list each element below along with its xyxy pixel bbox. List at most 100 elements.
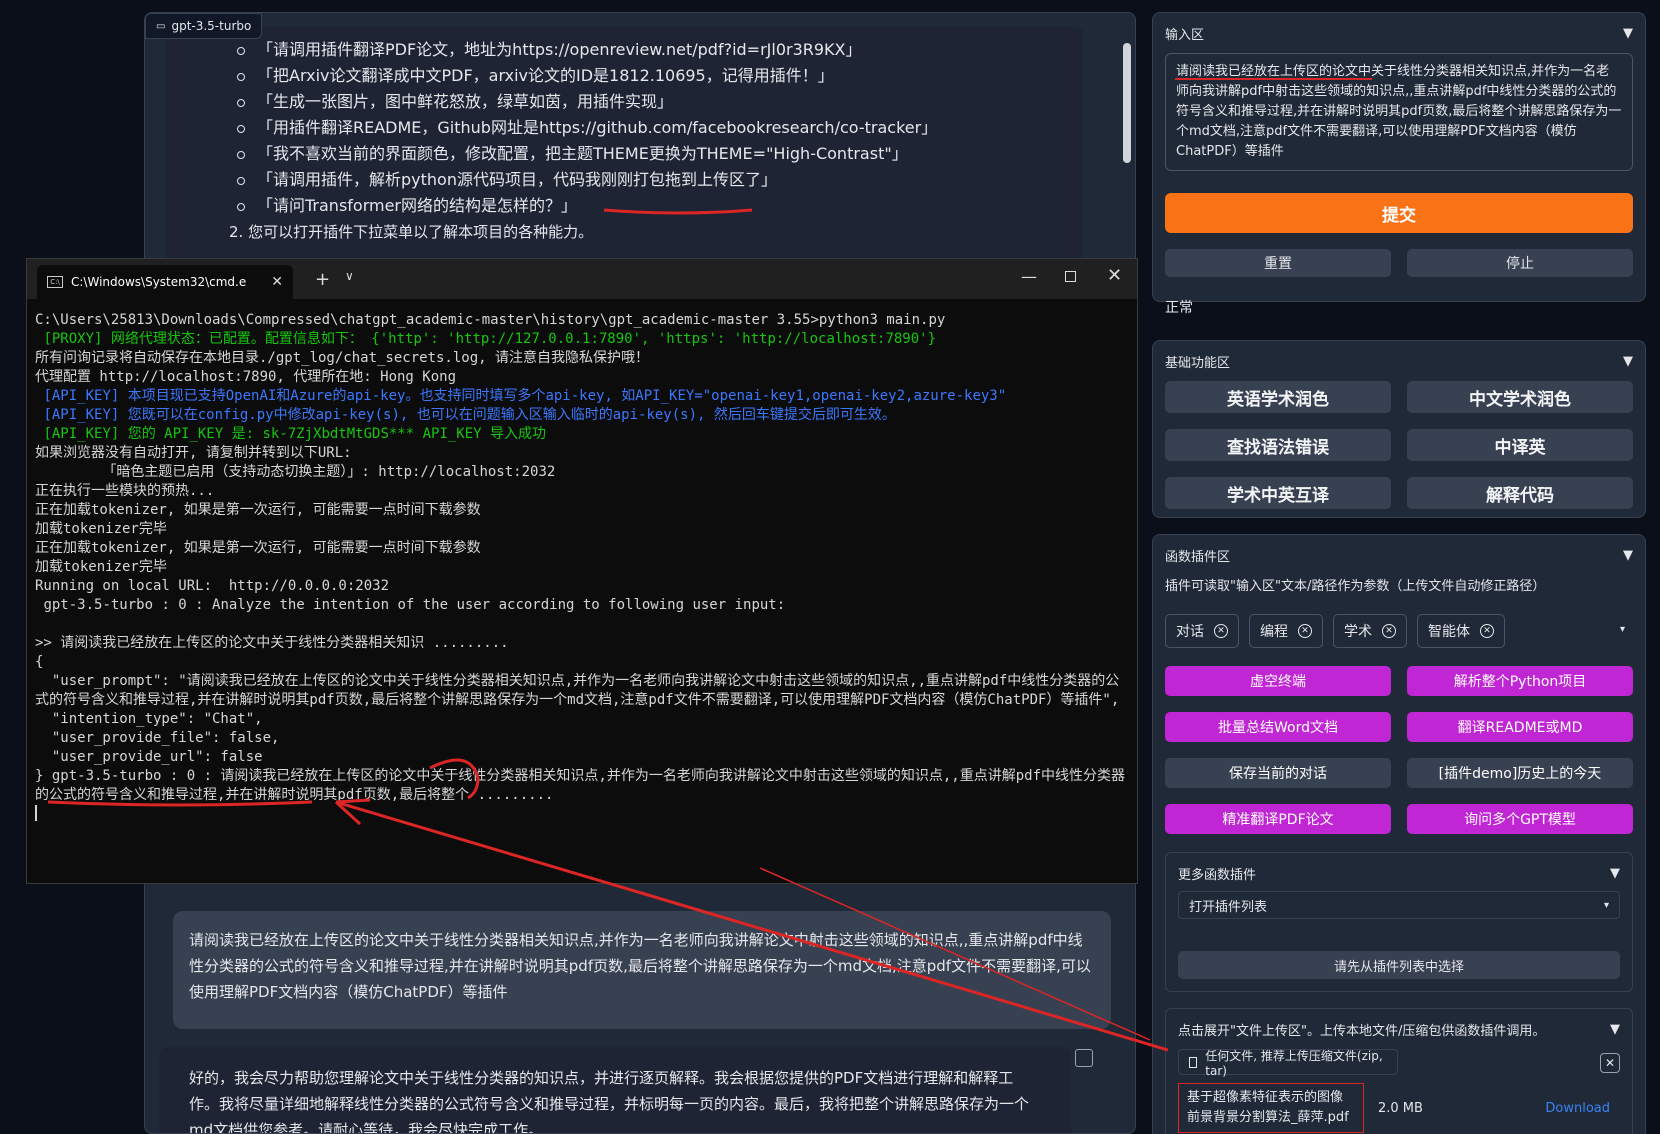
terminal-line: "user_provide_url": false xyxy=(35,749,263,765)
copy-icon[interactable] xyxy=(1075,1049,1093,1067)
control-buttons: 重置 停止 xyxy=(1165,249,1633,277)
upload-hint: 任何文件, 推荐上传压缩文件(zip, tar) xyxy=(1205,1048,1383,1078)
example-item: 「请调用插件翻译PDF论文，地址为https://openreview.net/… xyxy=(237,37,1063,63)
terminal-line: >> 请阅读我已经放在上传区的论文中关于线性分类器相关知识 ......... xyxy=(35,635,509,651)
plugin-button[interactable]: [插件demo]历史上的今天 xyxy=(1407,758,1633,788)
plugin-panel-header[interactable]: 函数插件区 ▼ xyxy=(1165,545,1633,565)
download-link[interactable]: Download xyxy=(1545,1101,1610,1116)
terminal-line: "user_provide_file": false, xyxy=(35,730,280,746)
stop-button[interactable]: 停止 xyxy=(1407,249,1633,277)
terminal-line: } gpt-3.5-turbo : 0 : 请阅读我已经放在上传区的论文中关于线… xyxy=(35,768,1126,803)
select-plugin-first-button[interactable]: 请先从插件列表中选择 xyxy=(1178,951,1620,979)
terminal-line: [API_KEY] 您既可以在config.py中修改api-key(s), 也… xyxy=(35,407,896,423)
file-icon xyxy=(1189,1056,1198,1068)
terminal-tab-title: C:\Windows\System32\cmd.e xyxy=(71,275,247,289)
remove-tag-icon[interactable]: ✕ xyxy=(1214,624,1228,638)
example-item: 「把Arxiv论文翻译成中文PDF，arxiv论文的ID是1812.10695，… xyxy=(237,63,1063,89)
terminal-line: 「暗色主题已启用（支持动态切换主题）」: http://localhost:20… xyxy=(35,464,556,480)
remove-tag-icon[interactable]: ✕ xyxy=(1480,624,1494,638)
basic-function-button[interactable]: 英语学术润色 xyxy=(1165,381,1391,413)
submit-button[interactable]: 提交 xyxy=(1165,193,1633,233)
upload-title: 点击展开"文件上传区"。上传本地文件/压缩包供函数插件调用。 xyxy=(1178,1023,1546,1039)
plugin-tag[interactable]: 智能体 ✕ xyxy=(1417,614,1505,648)
plugin-button[interactable]: 解析整个Python项目 xyxy=(1407,666,1633,696)
plugin-tag[interactable]: 对话 ✕ xyxy=(1165,614,1239,648)
terminal-output[interactable]: C:\Users\25813\Downloads\Compressed\chat… xyxy=(27,299,1137,839)
collapse-triangle-icon[interactable]: ▼ xyxy=(1623,26,1633,41)
plugin-tag-label: 编程 xyxy=(1260,624,1288,640)
plugin-tag-selector[interactable]: 对话 ✕ 编程 ✕ 学术 ✕ 智能体 ✕ ▾ xyxy=(1165,614,1633,648)
basic-function-button[interactable]: 解释代码 xyxy=(1407,477,1633,509)
example-item: 「请调用插件，解析python源代码项目，代码我刚刚打包拖到上传区了」 xyxy=(237,167,1063,193)
upload-header[interactable]: 点击展开"文件上传区"。上传本地文件/压缩包供函数插件调用。 ▼ xyxy=(1178,1019,1620,1039)
terminal-line: 正在加载tokenizer, 如果是第一次运行, 可能需要一点时间下载参数 xyxy=(35,502,481,518)
plugin-panel: 函数插件区 ▼ 插件可读取"输入区"文本/路径作为参数（上传文件自动修正路径） … xyxy=(1152,534,1646,1134)
close-icon[interactable]: ✕ xyxy=(271,274,283,290)
cmd-icon: C:\ xyxy=(47,276,63,288)
maximize-icon[interactable] xyxy=(1065,271,1076,282)
basic-function-button[interactable]: 中文学术润色 xyxy=(1407,381,1633,413)
plugin-button[interactable]: 虚空终端 xyxy=(1165,666,1391,696)
terminal-line: 代理配置 http://localhost:7890, 代理所在地: Hong … xyxy=(35,369,457,385)
plugin-button[interactable]: 批量总结Word文档 xyxy=(1165,712,1391,742)
terminal-lines: C:\Users\25813\Downloads\Compressed\chat… xyxy=(35,311,1129,805)
terminal-line: gpt-3.5-turbo : 0 : Analyze the intentio… xyxy=(35,597,786,613)
dropdown-arrow-icon[interactable]: ▾ xyxy=(1620,624,1625,635)
terminal-titlebar: C:\ C:\Windows\System32\cmd.e ✕ + ∨ — ✕ xyxy=(27,259,1137,299)
terminal-line: 正在加载tokenizer, 如果是第一次运行, 可能需要一点时间下载参数 xyxy=(35,540,481,556)
collapse-triangle-icon[interactable]: ▼ xyxy=(1610,866,1620,881)
collapse-triangle-icon[interactable]: ▼ xyxy=(1623,548,1633,563)
input-panel-title: 输入区 xyxy=(1165,27,1205,43)
basic-function-button[interactable]: 查找语法错误 xyxy=(1165,429,1391,461)
minimize-icon[interactable]: — xyxy=(1021,267,1037,286)
more-plugins-header[interactable]: 更多函数插件 ▼ xyxy=(1178,863,1620,883)
terminal-line: "user_prompt": "请阅读我已经放在上传区的论文中关于线性分类器相关… xyxy=(35,673,1120,708)
terminal-line: 加载tokenizer完毕 xyxy=(35,559,167,575)
plugin-list-dropdown[interactable]: 打开插件列表 ▾ xyxy=(1178,891,1620,919)
model-name: gpt-3.5-turbo xyxy=(171,19,252,33)
terminal-tab[interactable]: C:\ C:\Windows\System32\cmd.e ✕ xyxy=(37,265,293,299)
close-icon[interactable]: ✕ xyxy=(1600,1053,1620,1073)
input-panel: 输入区 ▼ 请阅读我已经放在上传区的论文中关于线性分类器相关知识点,并作为一名老… xyxy=(1152,12,1646,316)
terminal-line: 如果浏览器没有自动打开, 请复制并转到以下URL: xyxy=(35,445,352,461)
terminal-cursor xyxy=(35,805,37,821)
chevron-down-icon: ▾ xyxy=(1603,899,1609,911)
plugin-button[interactable]: 询问多个GPT模型 xyxy=(1407,804,1633,834)
plus-icon[interactable]: + xyxy=(315,269,330,290)
plugin-button[interactable]: 精准翻译PDF论文 xyxy=(1165,804,1391,834)
collapse-triangle-icon[interactable]: ▼ xyxy=(1623,354,1633,369)
basic-functions-panel: 基础功能区 ▼ 英语学术润色 中文学术润色 查找语法错误 中译英 学术中英互译 解释代码 xyxy=(1152,340,1646,518)
remove-tag-icon[interactable]: ✕ xyxy=(1298,624,1312,638)
basic-panel-header[interactable]: 基础功能区 ▼ xyxy=(1165,351,1633,371)
basic-function-button[interactable]: 中译英 xyxy=(1407,429,1633,461)
reset-button[interactable]: 重置 xyxy=(1165,249,1391,277)
plugin-tag[interactable]: 学术 ✕ xyxy=(1333,614,1407,648)
input-panel-header[interactable]: 输入区 ▼ xyxy=(1165,23,1633,43)
uploaded-file-row: 基于超像素特征表示的图像前景背景分割算法_薛萍.pdf 2.0 MB Downl… xyxy=(1178,1083,1620,1133)
example-item: 「请问Transformer网络的结构是怎样的？」 xyxy=(237,193,1063,219)
plugin-button[interactable]: 保存当前的对话 xyxy=(1165,758,1391,788)
prompt-input[interactable]: 请阅读我已经放在上传区的论文中关于线性分类器相关知识点,并作为一名老师向我讲解p… xyxy=(1165,53,1633,171)
example-item: 「我不喜欢当前的界面颜色，修改配置，把主题THEME更换为THEME="High… xyxy=(237,141,1063,167)
plugin-button[interactable]: 翻译README或MD xyxy=(1407,712,1633,742)
window-close-icon[interactable]: ✕ xyxy=(1107,265,1122,286)
scrollbar-thumb[interactable] xyxy=(1123,43,1131,163)
collapse-triangle-icon[interactable]: ▼ xyxy=(1610,1022,1620,1037)
upload-dropzone-label[interactable]: 任何文件, 推荐上传压缩文件(zip, tar) xyxy=(1178,1048,1398,1078)
terminal-line: 所有问询记录将自动保存在本地目录./gpt_log/chat_secrets.l… xyxy=(35,350,650,366)
example-item: 「用插件翻译README，Github网址是https://github.com… xyxy=(237,115,1063,141)
chevron-down-icon[interactable]: ∨ xyxy=(345,269,354,283)
remove-tag-icon[interactable]: ✕ xyxy=(1382,624,1396,638)
file-upload-section: 点击展开"文件上传区"。上传本地文件/压缩包供函数插件调用。 ▼ 任何文件, 推… xyxy=(1165,1008,1633,1134)
more-plugins-section: 更多函数插件 ▼ 打开插件列表 ▾ 请先从插件列表中选择 xyxy=(1165,852,1633,992)
example-list: 「请调用插件翻译PDF论文，地址为https://openreview.net/… xyxy=(185,37,1063,219)
plugin-tag[interactable]: 编程 ✕ xyxy=(1249,614,1323,648)
plugin-tag-label: 学术 xyxy=(1344,624,1372,640)
plugin-description: 插件可读取"输入区"文本/路径作为参数（上传文件自动修正路径） xyxy=(1165,579,1546,594)
basic-function-button[interactable]: 学术中英互译 xyxy=(1165,477,1391,509)
tip-text: 2. 您可以打开插件下拉菜单以了解本项目的各种能力。 xyxy=(229,223,594,241)
terminal-line: Running on local URL: http://0.0.0.0:203… xyxy=(35,578,390,594)
terminal-window: C:\ C:\Windows\System32\cmd.e ✕ + ∨ — ✕ … xyxy=(26,258,1138,884)
plugin-tag-label: 对话 xyxy=(1176,624,1204,640)
